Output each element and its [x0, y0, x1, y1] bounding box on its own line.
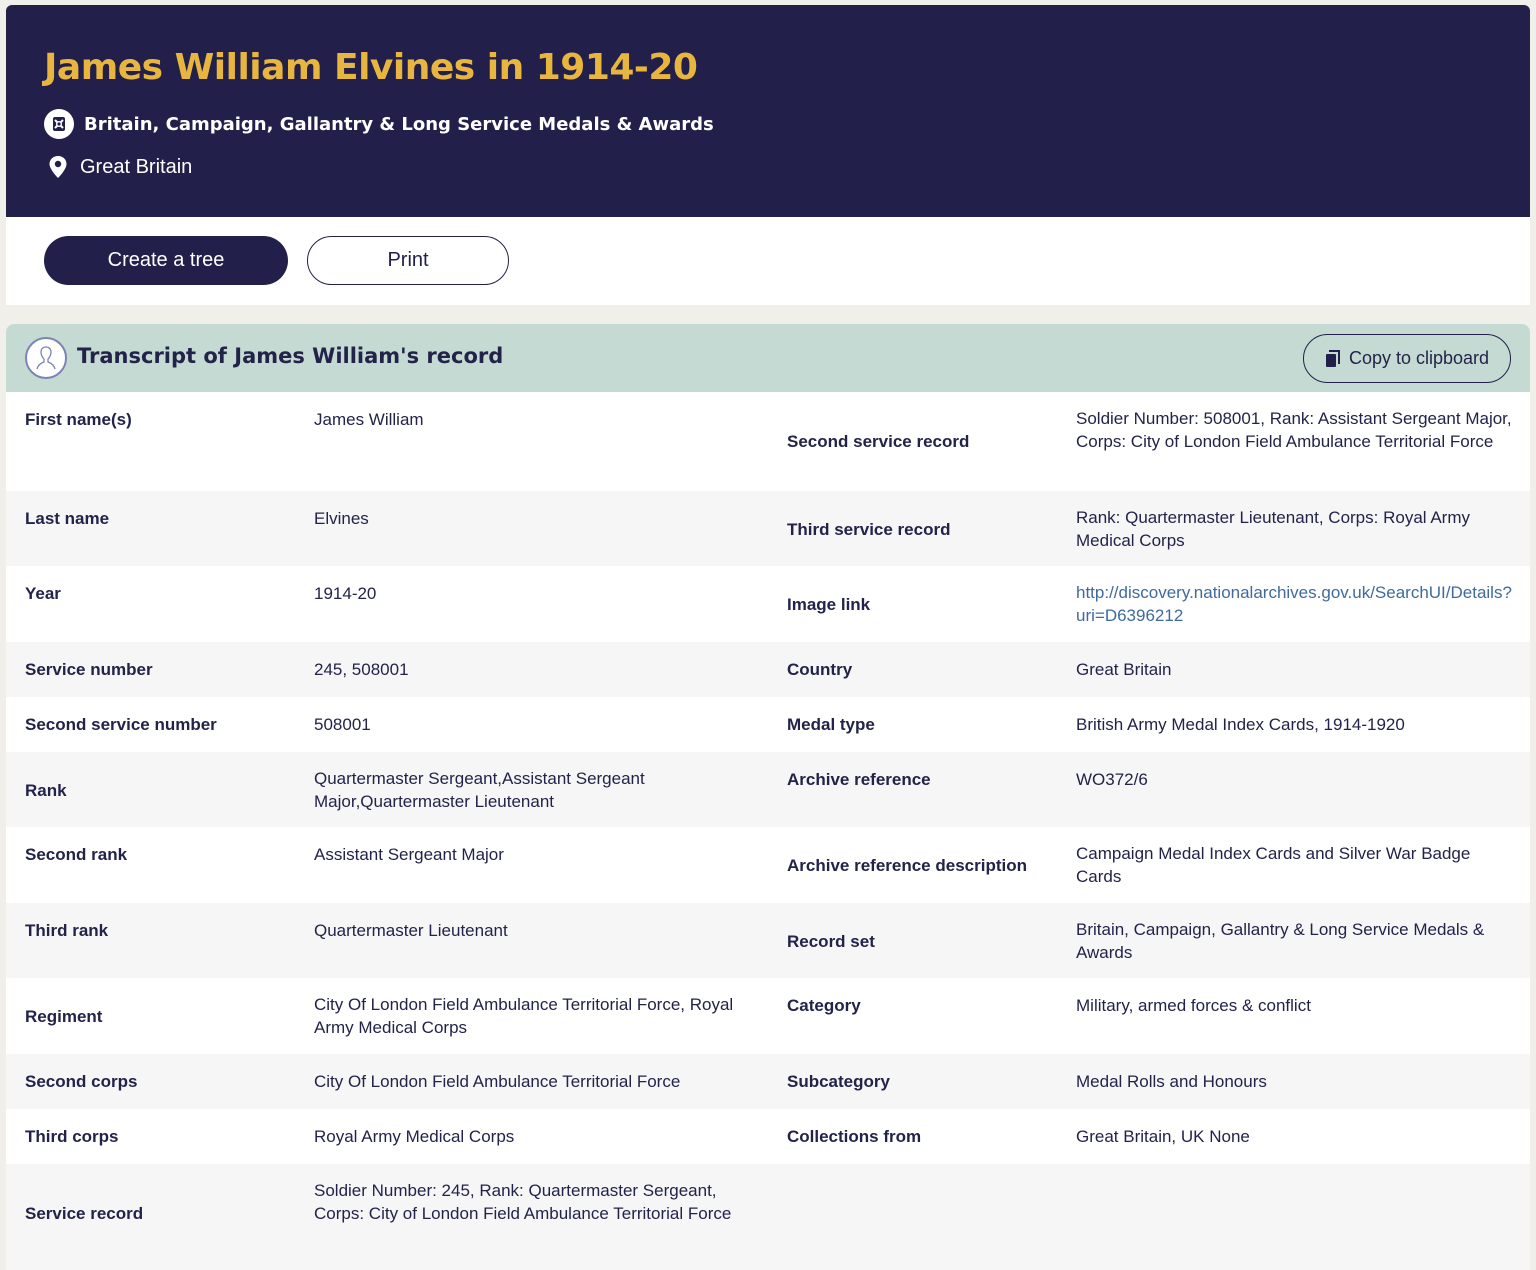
record-header: James William Elvines in 1914-20 Britain… [6, 5, 1530, 217]
page-title: James William Elvines in 1914-20 [44, 47, 698, 88]
image-link[interactable]: http://discovery.nationalarchives.gov.uk… [1076, 581, 1516, 627]
transcript-table: First name(s) James William Second servi… [6, 392, 1530, 1270]
field-label: Second rank [25, 845, 128, 864]
transcript-header: Transcript of James William's record Cop… [6, 324, 1530, 392]
field-label: Rank [25, 781, 67, 800]
location-label: Great Britain [80, 155, 193, 178]
field-label: Record set [787, 932, 875, 951]
field-label: Last name [25, 509, 110, 528]
record-set-label: Britain, Campaign, Gallantry & Long Serv… [84, 113, 714, 135]
table-row: Year 1914-20 Image link http://discovery… [6, 566, 1530, 642]
print-button[interactable]: Print [307, 236, 509, 285]
table-row: Third rank Quartermaster Lieutenant Reco… [6, 903, 1530, 978]
field-label: Archive reference [787, 770, 931, 789]
field-value: Campaign Medal Index Cards and Silver Wa… [1076, 844, 1471, 886]
person-icon [25, 337, 67, 379]
field-label: Category [787, 996, 861, 1015]
field-value: Military, armed forces & conflict [1076, 996, 1311, 1015]
table-row: Last name Elvines Third service record R… [6, 491, 1530, 566]
field-value: British Army Medal Index Cards, 1914-192… [1076, 715, 1405, 734]
transcript-card: Transcript of James William's record Cop… [6, 324, 1530, 1270]
field-label: Medal type [787, 715, 875, 734]
table-row: Second rank Assistant Sergeant Major Arc… [6, 827, 1530, 903]
field-value: Rank: Quartermaster Lieutenant, Corps: R… [1076, 508, 1470, 550]
field-value: 1914-20 [314, 584, 377, 603]
table-row: Second corps City Of London Field Ambula… [6, 1054, 1530, 1109]
field-label: Country [787, 660, 853, 679]
transcript-title: Transcript of James William's record [77, 344, 504, 368]
field-label: Image link [787, 595, 871, 614]
table-row: Service record Soldier Number: 245, Rank… [6, 1164, 1530, 1270]
record-set-row: Britain, Campaign, Gallantry & Long Serv… [44, 109, 714, 139]
location-row: Great Britain [44, 155, 192, 179]
table-row: Third corps Royal Army Medical Corps Col… [6, 1109, 1530, 1164]
field-label: First name(s) [25, 410, 132, 429]
field-value: Soldier Number: 508001, Rank: Assistant … [1076, 409, 1512, 451]
field-label: Service record [25, 1204, 144, 1223]
field-value: Medal Rolls and Honours [1076, 1072, 1267, 1091]
field-label: Subcategory [787, 1072, 890, 1091]
location-pin-icon [49, 156, 67, 178]
field-value: WO372/6 [1076, 770, 1148, 789]
action-bar: Create a tree Print [6, 217, 1530, 305]
field-value: Assistant Sergeant Major [314, 845, 504, 864]
field-value: James William [314, 410, 424, 429]
field-value: City Of London Field Ambulance Territori… [314, 995, 734, 1037]
field-label: Service number [25, 660, 153, 679]
field-label: Second service record [787, 432, 970, 451]
field-value: Elvines [314, 509, 369, 528]
field-value: 508001 [314, 715, 371, 734]
field-label: Third rank [25, 921, 109, 940]
field-value: Royal Army Medical Corps [314, 1127, 515, 1146]
field-label: Collections from [787, 1127, 922, 1146]
field-value: Great Britain, UK None [1076, 1127, 1250, 1146]
field-label: Third corps [25, 1127, 119, 1146]
field-value: 245, 508001 [314, 660, 409, 679]
table-row: First name(s) James William Second servi… [6, 392, 1530, 491]
table-row: Service number 245, 508001 Country Great… [6, 642, 1530, 697]
field-value: Soldier Number: 245, Rank: Quartermaster… [314, 1181, 732, 1223]
field-label: Second service number [25, 715, 217, 734]
field-value: City Of London Field Ambulance Territori… [314, 1072, 681, 1091]
field-label: Third service record [787, 520, 951, 539]
table-row: Regiment City Of London Field Ambulance … [6, 978, 1530, 1054]
table-row: Second service number 508001 Medal type … [6, 697, 1530, 752]
field-value: Britain, Campaign, Gallantry & Long Serv… [1076, 920, 1485, 962]
field-value: Quartermaster Sergeant,Assistant Sergean… [314, 769, 645, 811]
field-label: Year [25, 584, 61, 603]
field-label: Second corps [25, 1072, 138, 1091]
medal-icon [44, 109, 74, 139]
copy-label: Copy to clipboard [1348, 348, 1490, 368]
field-label: Archive reference description [787, 856, 1027, 875]
clipboard-icon [1325, 349, 1340, 367]
field-label: Regiment [25, 1007, 103, 1026]
field-value: Great Britain [1076, 660, 1172, 679]
create-tree-button[interactable]: Create a tree [44, 236, 288, 285]
copy-to-clipboard-button[interactable]: Copy to clipboard [1303, 334, 1511, 383]
field-value: Quartermaster Lieutenant [314, 921, 508, 940]
table-row: Rank Quartermaster Sergeant,Assistant Se… [6, 752, 1530, 827]
